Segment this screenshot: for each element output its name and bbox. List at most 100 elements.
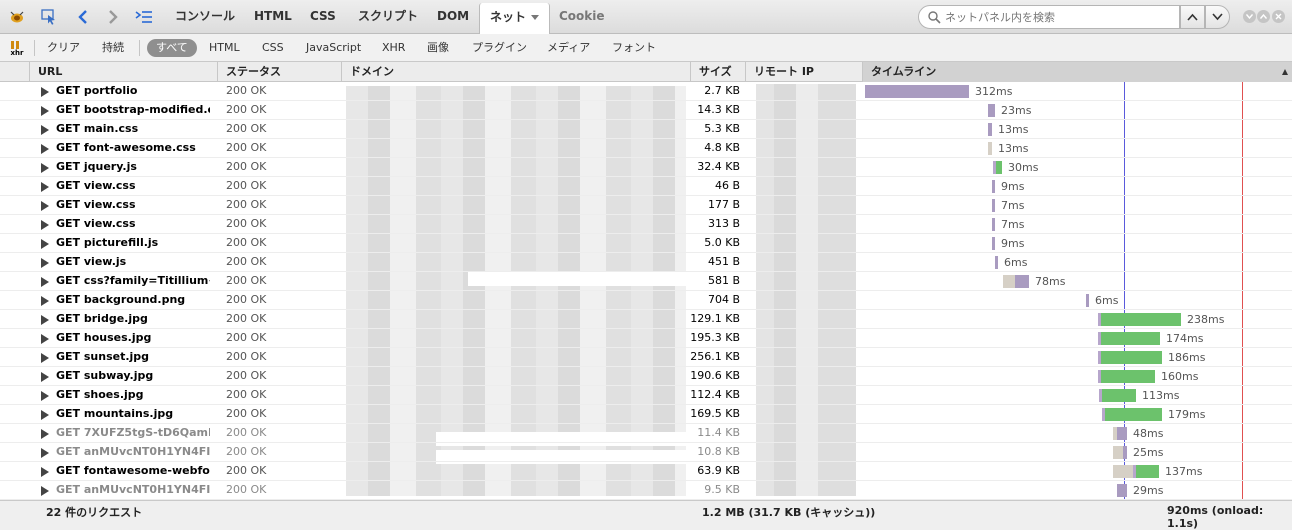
expand-triangle-icon[interactable] [41, 277, 49, 287]
expand-triangle-icon[interactable] [41, 239, 49, 249]
tab-net[interactable]: ネット [479, 3, 551, 34]
expand-triangle-icon[interactable] [41, 125, 49, 135]
request-url[interactable]: GET mountains.jpg [56, 407, 210, 420]
expand-triangle-icon[interactable] [41, 486, 49, 496]
table-row[interactable]: GET view.css 200 OK 313 B 7ms [0, 215, 1292, 234]
column-timeline[interactable]: タイムライン [863, 62, 1292, 82]
table-row[interactable]: GET view.css 200 OK 46 B 9ms [0, 177, 1292, 196]
request-url[interactable]: GET view.css [56, 179, 210, 192]
timeline-bar[interactable] [1117, 484, 1127, 497]
expand-triangle-icon[interactable] [41, 315, 49, 325]
minimize-panel-button[interactable] [1243, 10, 1256, 23]
tab-dom[interactable]: DOM [437, 0, 469, 33]
expand-triangle-icon[interactable] [41, 372, 49, 382]
request-url[interactable]: GET portfolio [56, 84, 210, 97]
request-url[interactable]: GET picturefill.js [56, 236, 210, 249]
expand-triangle-icon[interactable] [41, 353, 49, 363]
table-row[interactable]: GET fontawesome-webfont 200 OK 63.9 KB 137m… [0, 462, 1292, 481]
request-url[interactable]: GET subway.jpg [56, 369, 210, 382]
filter-html[interactable]: HTML [209, 39, 240, 57]
request-url[interactable]: GET 7XUFZ5tgS-tD6QamIn [56, 426, 210, 439]
timeline-bar[interactable] [992, 199, 995, 212]
request-url[interactable]: GET shoes.jpg [56, 388, 210, 401]
timeline-bar[interactable] [1123, 446, 1127, 459]
timeline-bar[interactable] [865, 85, 969, 98]
request-url[interactable]: GET view.css [56, 198, 210, 211]
filter-all[interactable]: すべて [147, 39, 197, 57]
expand-triangle-icon[interactable] [41, 410, 49, 420]
column-size[interactable]: サイズ [691, 62, 746, 82]
table-row[interactable]: GET view.css 200 OK 177 B 7ms [0, 196, 1292, 215]
column-status[interactable]: ステータス [218, 62, 342, 82]
expand-triangle-icon[interactable] [41, 296, 49, 306]
tab-console[interactable]: コンソール [175, 0, 235, 33]
timeline-bar[interactable] [1086, 294, 1089, 307]
request-url[interactable]: GET houses.jpg [56, 331, 210, 344]
table-row[interactable]: GET css?family=Titillium+ 200 OK 581 B 78m… [0, 272, 1292, 291]
expand-triangle-icon[interactable] [41, 448, 49, 458]
expand-triangle-icon[interactable] [41, 201, 49, 211]
table-row[interactable]: GET picturefill.js 200 OK 5.0 KB 9ms [0, 234, 1292, 253]
request-url[interactable]: GET main.css [56, 122, 210, 135]
request-url[interactable]: GET jquery.js [56, 160, 210, 173]
request-url[interactable]: GET font-awesome.css [56, 141, 210, 154]
column-url[interactable]: URL [30, 62, 218, 82]
expand-triangle-icon[interactable] [41, 429, 49, 439]
table-row[interactable]: GET portfolio 200 OK 2.7 KB 312ms [0, 82, 1292, 101]
expand-triangle-icon[interactable] [41, 106, 49, 116]
search-prev-button[interactable] [1180, 5, 1205, 29]
request-url[interactable]: GET fontawesome-webfont [56, 464, 210, 477]
table-row[interactable]: GET background.png 200 OK 704 B 6ms [0, 291, 1292, 310]
table-row[interactable]: GET 7XUFZ5tgS-tD6QamIn 200 OK 11.4 KB 48ms [0, 424, 1292, 443]
request-url[interactable]: GET bootstrap-modified.cs [56, 103, 210, 116]
timeline-bar[interactable] [1098, 370, 1155, 383]
request-url[interactable]: GET view.css [56, 217, 210, 230]
timeline-bar[interactable] [1133, 465, 1159, 478]
table-row[interactable]: GET main.css 200 OK 5.3 KB 13ms [0, 120, 1292, 139]
table-row[interactable]: GET houses.jpg 200 OK 195.3 KB 174ms [0, 329, 1292, 348]
expand-triangle-icon[interactable] [41, 258, 49, 268]
tab-script[interactable]: スクリプト [358, 0, 418, 33]
timeline-bar[interactable] [988, 104, 995, 117]
table-row[interactable]: GET subway.jpg 200 OK 190.6 KB 160ms [0, 367, 1292, 386]
timeline-bar[interactable] [988, 123, 992, 136]
table-row[interactable]: GET anMUvcNT0H1YN4FII8 200 OK 10.8 KB 25ms [0, 443, 1292, 462]
table-row[interactable]: GET mountains.jpg 200 OK 169.5 KB 179ms [0, 405, 1292, 424]
persist-button[interactable]: 持続 [102, 39, 124, 57]
timeline-bar[interactable] [1098, 351, 1162, 364]
inspect-icon[interactable] [40, 8, 58, 26]
timeline-bar[interactable] [1102, 408, 1162, 421]
timeline-bar[interactable] [992, 237, 995, 250]
timeline-bar[interactable] [992, 218, 995, 231]
forward-arrow-icon[interactable] [104, 8, 122, 26]
timeline-bar[interactable] [1117, 427, 1127, 440]
expand-triangle-icon[interactable] [41, 334, 49, 344]
request-url[interactable]: GET anMUvcNT0H1YN4FII8 [56, 445, 210, 458]
table-row[interactable]: GET view.js 200 OK 451 B 6ms [0, 253, 1292, 272]
filter-css[interactable]: CSS [262, 39, 284, 57]
expand-triangle-icon[interactable] [41, 391, 49, 401]
detach-panel-button[interactable] [1257, 10, 1270, 23]
table-row[interactable]: GET sunset.jpg 200 OK 256.1 KB 186ms [0, 348, 1292, 367]
close-panel-button[interactable] [1272, 10, 1285, 23]
expand-triangle-icon[interactable] [41, 87, 49, 97]
request-url[interactable]: GET anMUvcNT0H1YN4FII8 [56, 483, 210, 496]
expand-triangle-icon[interactable] [41, 467, 49, 477]
filter-javascript[interactable]: JavaScript [306, 39, 361, 57]
timeline-bar[interactable] [1099, 389, 1136, 402]
filter-xhr[interactable]: XHR [382, 39, 405, 57]
table-row[interactable]: GET jquery.js 200 OK 32.4 KB 30ms [0, 158, 1292, 177]
expand-triangle-icon[interactable] [41, 182, 49, 192]
filter-images[interactable]: 画像 [427, 39, 449, 57]
column-domain[interactable]: ドメイン [342, 62, 691, 82]
tab-css[interactable]: CSS [310, 0, 336, 33]
timeline-bar[interactable] [1098, 313, 1181, 326]
expand-triangle-icon[interactable] [41, 220, 49, 230]
timeline-bar[interactable] [993, 161, 1002, 174]
table-row[interactable]: GET anMUvcNT0H1YN4FII8 200 OK 9.5 KB 29ms [0, 481, 1292, 500]
timeline-bar[interactable] [1015, 275, 1029, 288]
command-line-icon[interactable] [135, 8, 153, 26]
request-url[interactable]: GET view.js [56, 255, 210, 268]
request-url[interactable]: GET sunset.jpg [56, 350, 210, 363]
table-row[interactable]: GET bridge.jpg 200 OK 129.1 KB 238ms [0, 310, 1292, 329]
